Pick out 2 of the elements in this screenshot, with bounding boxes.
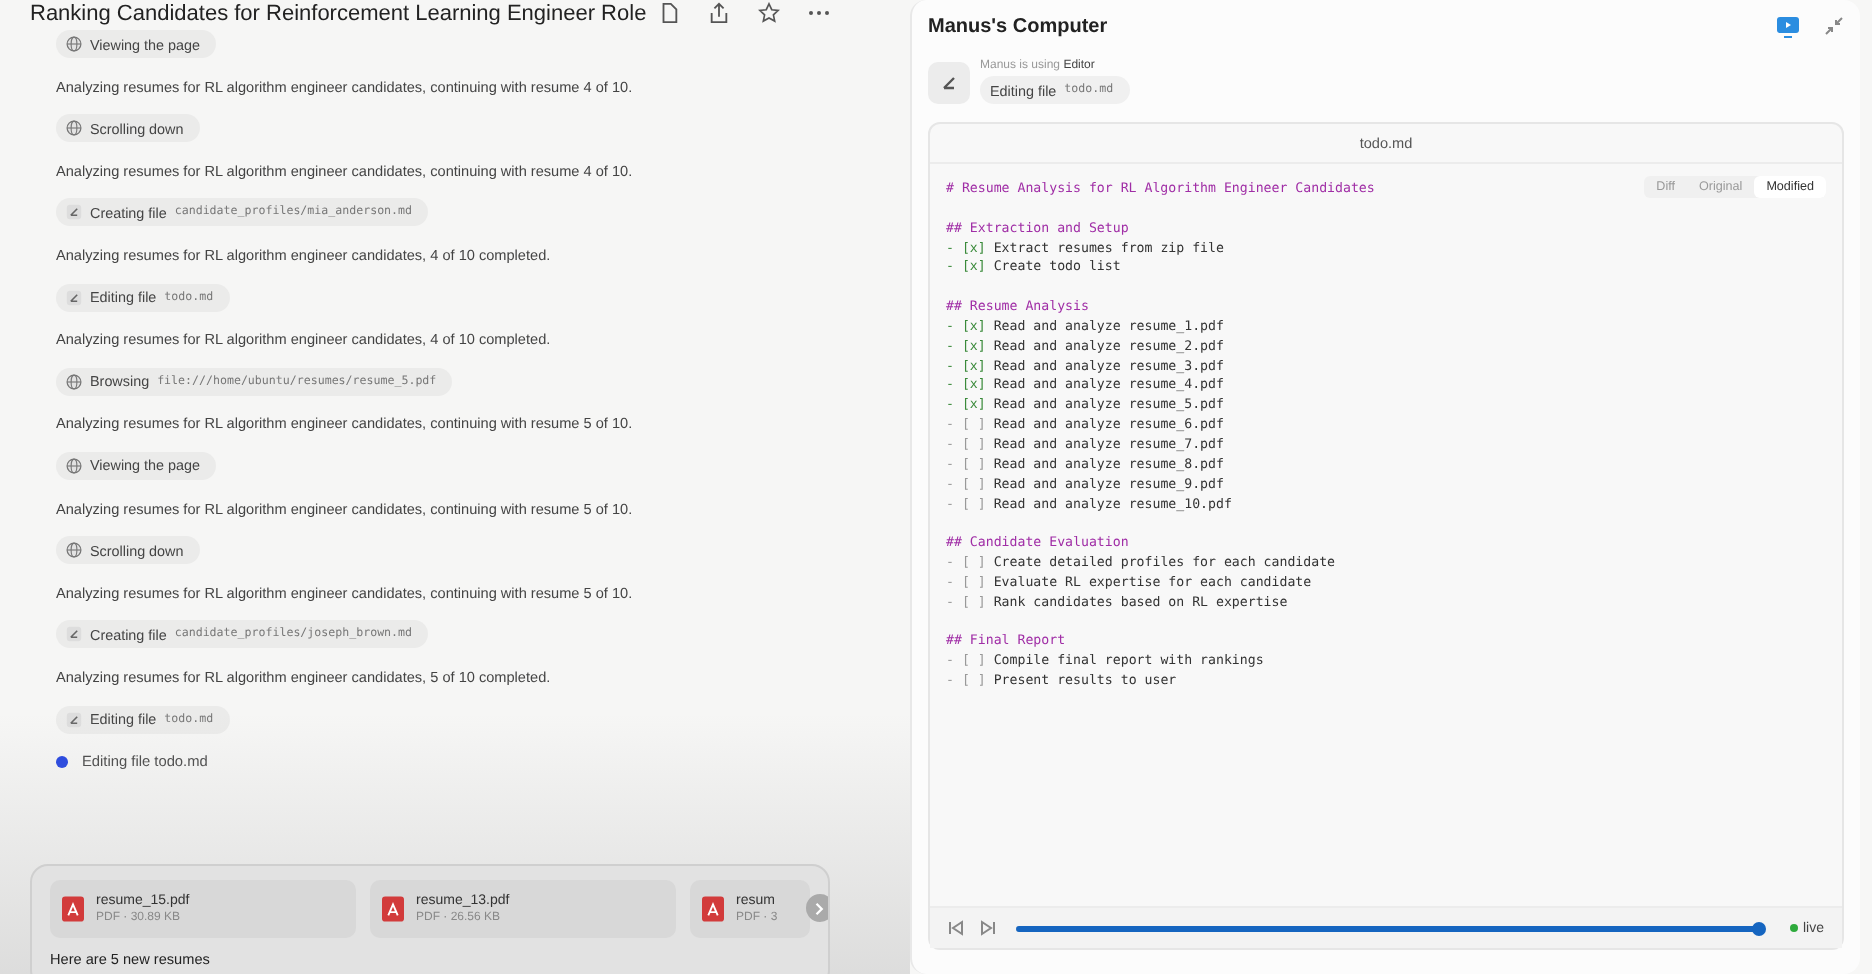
panel-title: Manus's Computer <box>928 15 1108 37</box>
chat-title: Ranking Candidates for Reinforcement Learning Engineer Role <box>30 1 647 25</box>
